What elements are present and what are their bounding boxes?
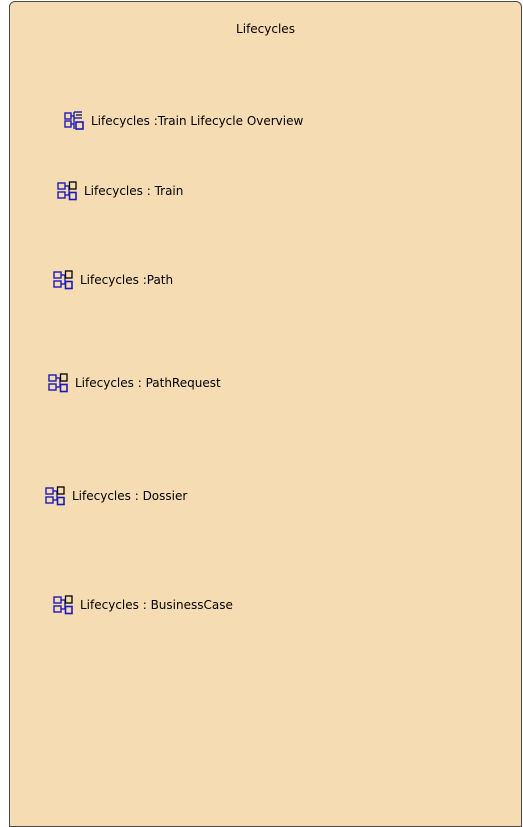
diagram-item-label: Lifecycles :Path: [80, 273, 174, 287]
diagram-item-train[interactable]: Lifecycles : Train: [57, 181, 183, 201]
state-machine-icon: [53, 595, 73, 615]
diagram-tree-icon: [64, 111, 84, 130]
diagram-item-label: Lifecycles :Train Lifecycle Overview: [91, 114, 304, 128]
package-title: Lifecycles: [236, 22, 295, 36]
diagram-item-label: Lifecycles : Dossier: [72, 489, 188, 503]
state-machine-icon: [45, 486, 65, 506]
diagram-item-dossier[interactable]: Lifecycles : Dossier: [45, 486, 187, 506]
diagram-item-label: Lifecycles : BusinessCase: [80, 598, 233, 612]
diagram-item-businesscase[interactable]: Lifecycles : BusinessCase: [53, 595, 233, 615]
diagram-item-pathrequest[interactable]: Lifecycles : PathRequest: [48, 373, 221, 393]
diagram-item-label: Lifecycles : PathRequest: [75, 376, 221, 390]
state-machine-icon: [53, 270, 73, 290]
state-machine-icon: [48, 373, 68, 393]
diagram-item-path[interactable]: Lifecycles :Path: [53, 270, 173, 290]
diagram-item-label: Lifecycles : Train: [84, 184, 184, 198]
state-machine-icon: [57, 181, 77, 201]
diagram-item-train-lifecycle-overview[interactable]: Lifecycles :Train Lifecycle Overview: [64, 111, 303, 131]
